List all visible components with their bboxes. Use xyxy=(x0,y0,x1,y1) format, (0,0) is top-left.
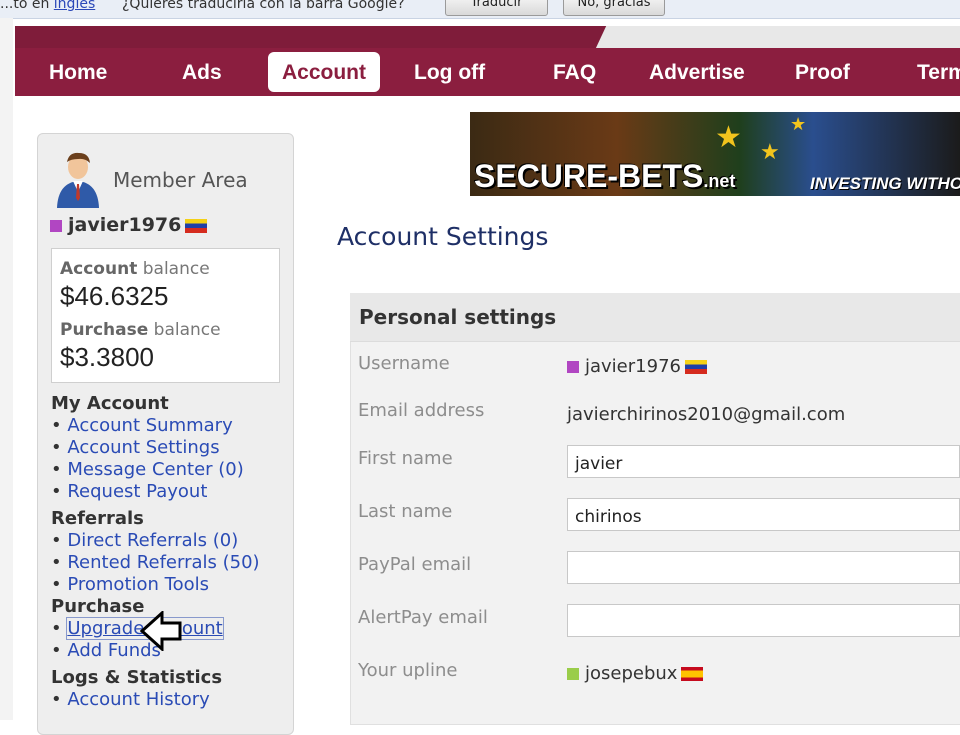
direct-referrals-link[interactable]: Direct Referrals xyxy=(67,530,207,551)
menu-item-account-summary: Account Summary xyxy=(51,415,260,437)
message-center-link[interactable]: Message Center xyxy=(67,459,212,480)
paypal-email-label: PayPal email xyxy=(358,554,472,575)
sidebar-username: javier1976 xyxy=(68,214,182,236)
promotion-tools-link[interactable]: Promotion Tools xyxy=(67,574,209,595)
email-value: javierchirinos2010@gmail.com xyxy=(567,404,846,425)
spain-flag-icon xyxy=(681,667,704,681)
balance-box: Account balance $46.6325 Purchase balanc… xyxy=(51,248,280,383)
no-thanks-button[interactable]: No, gracias xyxy=(563,0,665,16)
menu-item-rented-referrals: Rented Referrals (50) xyxy=(51,552,260,574)
banner-star-icon: ★ xyxy=(790,114,807,135)
user-status-icon xyxy=(50,219,62,232)
menu-item-account-settings: Account Settings xyxy=(51,437,260,459)
banner-tagline: INVESTING WITHOUT xyxy=(810,174,960,193)
account-summary-link[interactable]: Account Summary xyxy=(67,415,232,436)
last-name-field[interactable]: chirinos xyxy=(567,498,960,531)
secure-bets-banner[interactable]: ★ ★ ★ SECURE-BETS.net INVESTING WITHOUT xyxy=(470,112,960,196)
main-nav: Home Ads Account Log off FAQ Advertise P… xyxy=(15,48,960,96)
nav-account[interactable]: Account xyxy=(268,52,380,92)
upline-value: josepebux xyxy=(585,663,678,684)
purchase-balance-value: $3.3800 xyxy=(60,342,154,372)
venezuela-flag-icon xyxy=(684,360,707,374)
menu-item-message-center: Message Center (0) xyxy=(51,459,260,481)
menu-item-direct-referrals: Direct Referrals (0) xyxy=(51,530,260,552)
nav-log-off[interactable]: Log off xyxy=(414,48,485,96)
menu-heading-referrals: Referrals xyxy=(51,508,144,529)
translate-button[interactable]: Traducir xyxy=(445,0,548,16)
page-title: Account Settings xyxy=(337,222,549,251)
window-left-edge xyxy=(0,18,13,720)
nav-home[interactable]: Home xyxy=(49,48,107,96)
nav-ads[interactable]: Ads xyxy=(182,48,222,96)
banner-brand: SECURE-BETS.net xyxy=(474,158,736,194)
rented-referrals-link[interactable]: Rented Referrals xyxy=(67,552,217,573)
translate-prefix: ...to en xyxy=(0,0,50,12)
upline-value-row: josepebux xyxy=(567,663,704,684)
nav-advertise[interactable]: Advertise xyxy=(649,48,745,96)
banner-star-icon: ★ xyxy=(760,140,780,165)
account-balance-value: $46.6325 xyxy=(60,281,169,311)
member-area-title: Member Area xyxy=(113,168,248,192)
first-name-field[interactable]: javier xyxy=(567,445,960,478)
header-band xyxy=(15,26,960,50)
last-name-label: Last name xyxy=(358,501,453,522)
sidebar-menu: My Account Account Summary Account Setti… xyxy=(51,393,260,711)
nav-terms[interactable]: Terms xyxy=(917,48,960,96)
rented-referrals-count[interactable]: (50) xyxy=(223,552,260,573)
banner-star-icon: ★ xyxy=(715,120,742,155)
menu-item-promotion-tools: Promotion Tools xyxy=(51,574,260,596)
upline-label: Your upline xyxy=(358,660,458,681)
username-value-row: javier1976 xyxy=(567,356,707,377)
message-count[interactable]: (0) xyxy=(218,459,244,480)
nav-faq[interactable]: FAQ xyxy=(553,48,596,96)
section-title: Personal settings xyxy=(359,305,557,329)
member-avatar-icon xyxy=(57,152,99,208)
menu-heading-my-account: My Account xyxy=(51,393,169,414)
translate-bar: ...to en inglés ¿Quieres traducirla con … xyxy=(0,0,960,19)
translate-bar-text: ...to en inglés xyxy=(0,0,95,12)
account-balance-label: Account balance xyxy=(60,259,210,279)
alertpay-email-label: AlertPay email xyxy=(358,607,488,628)
username-label: Username xyxy=(358,353,450,374)
account-settings-link[interactable]: Account Settings xyxy=(67,437,219,458)
venezuela-flag-icon xyxy=(185,218,208,233)
account-history-link[interactable]: Account History xyxy=(67,689,209,710)
sidebar-username-row: javier1976 xyxy=(50,214,208,236)
menu-item-request-payout: Request Payout xyxy=(51,481,260,503)
mouse-cursor-icon xyxy=(140,611,182,651)
request-payout-link[interactable]: Request Payout xyxy=(67,481,207,502)
paypal-email-field[interactable] xyxy=(567,551,960,584)
username-value: javier1976 xyxy=(585,356,681,377)
translate-language-link[interactable]: inglés xyxy=(54,0,95,12)
purchase-balance-label: Purchase balance xyxy=(60,320,221,340)
alertpay-email-field[interactable] xyxy=(567,604,960,637)
personal-settings-header: Personal settings xyxy=(350,293,960,342)
user-status-icon xyxy=(567,361,579,373)
nav-proof[interactable]: Proof xyxy=(795,48,850,96)
first-name-label: First name xyxy=(358,448,453,469)
email-label: Email address xyxy=(358,400,485,421)
menu-heading-logs-statistics: Logs & Statistics xyxy=(51,667,223,688)
direct-referrals-count[interactable]: (0) xyxy=(213,530,239,551)
translate-question: ¿Quieres traducirla con la barra Google? xyxy=(122,0,405,12)
menu-item-account-history: Account History xyxy=(51,689,260,711)
upline-status-icon xyxy=(567,668,579,680)
